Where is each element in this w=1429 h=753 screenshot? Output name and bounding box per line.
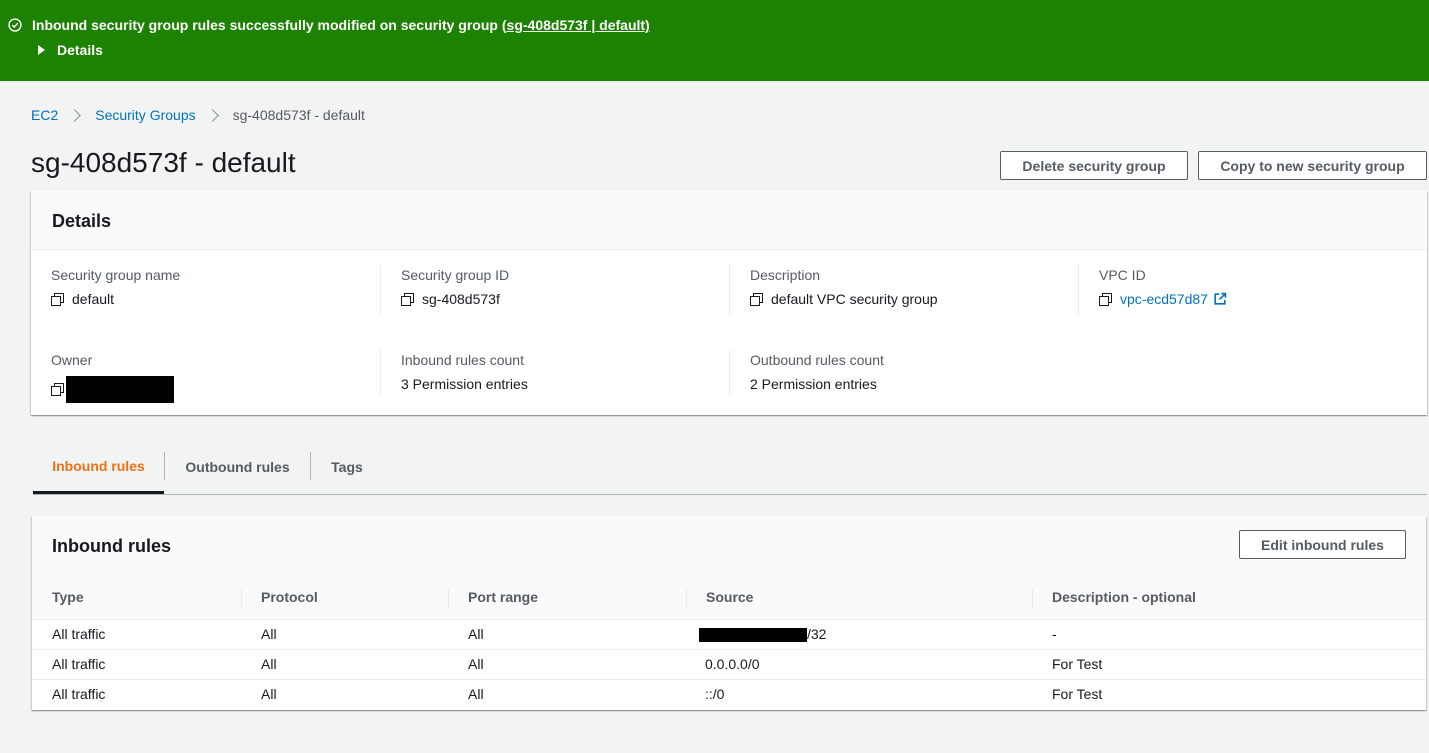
breadcrumb-current: sg-408d573f - default <box>232 107 365 123</box>
cell-source: /32 <box>686 619 1032 650</box>
inbound-rules-title: Inbound rules <box>52 536 171 556</box>
outbound-rules-count-field: Outbound rules count 2 Permission entrie… <box>750 352 884 392</box>
vpc-id-link[interactable]: vpc-ecd57d87 <box>1120 291 1208 307</box>
details-panel: Details Security group name default Secu… <box>31 191 1427 415</box>
cell-port-range: All <box>468 686 484 703</box>
flash-message: Inbound security group rules successfull… <box>32 17 650 33</box>
tab-outbound-rules[interactable]: Outbound rules <box>165 440 310 494</box>
table-row[interactable]: All traffic All All /32 - <box>32 619 1426 650</box>
column-header-port-range[interactable]: Port range <box>448 576 686 620</box>
cell-description: For Test <box>1032 649 1426 680</box>
column-header-protocol[interactable]: Protocol <box>241 576 448 620</box>
table-header-row: Type Protocol Port range Source Descript… <box>32 576 1426 620</box>
flash-message-text: Inbound security group rules successfull… <box>32 17 507 33</box>
table-row[interactable]: All traffic All All ::/0 For Test <box>32 679 1426 709</box>
outbound-rules-count-value: 2 Permission entries <box>750 376 877 392</box>
outbound-rules-count-label: Outbound rules count <box>750 352 884 368</box>
column-divider <box>729 265 730 315</box>
caret-right-icon <box>38 45 45 55</box>
cell-type: All traffic <box>52 686 106 703</box>
column-header-source[interactable]: Source <box>686 576 1032 620</box>
inbound-rules-panel: Inbound rules Edit inbound rules Type Pr… <box>32 516 1426 710</box>
check-circle-icon <box>8 18 22 32</box>
copy-icon[interactable] <box>51 292 64 306</box>
tab-tags[interactable]: Tags <box>311 440 383 494</box>
column-divider <box>686 588 687 608</box>
copy-icon[interactable] <box>51 383 64 396</box>
column-header-protocol-label: Protocol <box>261 589 318 606</box>
inbound-rules-table: Type Protocol Port range Source Descript… <box>32 576 1426 709</box>
details-title: Details <box>52 211 112 231</box>
column-header-port-range-label: Port range <box>468 589 539 606</box>
table-row[interactable]: All traffic All All 0.0.0.0/0 For Test <box>32 649 1426 680</box>
success-flash-banner: Inbound security group rules successfull… <box>0 0 1429 81</box>
breadcrumb: EC2 Security Groups sg-408d573f - defaul… <box>31 107 365 123</box>
inbound-rules-count-field: Inbound rules count 3 Permission entries <box>401 352 528 392</box>
description-value: default VPC security group <box>771 291 938 307</box>
cell-protocol: All <box>241 619 448 650</box>
copy-icon[interactable] <box>401 292 414 306</box>
column-divider <box>448 588 449 608</box>
column-divider <box>380 265 381 315</box>
cell-description: - <box>1032 619 1426 650</box>
security-group-id-value: sg-408d573f <box>422 291 500 307</box>
column-divider <box>1032 588 1033 608</box>
description-field: Description default VPC security group <box>750 267 938 307</box>
page-title: sg-408d573f - default <box>31 147 296 178</box>
inbound-rules-count-value: 3 Permission entries <box>401 376 528 392</box>
external-link-icon[interactable] <box>1213 292 1227 306</box>
flash-details-toggle[interactable]: Details <box>38 42 103 58</box>
copy-to-new-security-group-button[interactable]: Copy to new security group <box>1198 151 1427 180</box>
cell-source: ::/0 <box>705 686 725 703</box>
cell-type: All traffic <box>32 649 241 680</box>
cell-protocol: All <box>261 686 277 703</box>
tab-inbound-rules[interactable]: Inbound rules <box>33 440 164 494</box>
description-label: Description <box>750 267 821 283</box>
edit-inbound-rules-button[interactable]: Edit inbound rules <box>1239 530 1406 559</box>
vpc-id-field: VPC ID vpc-ecd57d87 <box>1099 267 1227 307</box>
column-header-source-label: Source <box>706 589 754 606</box>
column-divider <box>241 588 242 608</box>
column-divider <box>729 350 730 396</box>
cell-type: All traffic <box>32 619 241 650</box>
security-group-id-label: Security group ID <box>401 267 510 283</box>
inbound-rules-count-label: Inbound rules count <box>401 352 524 368</box>
column-header-type-label: Type <box>52 589 84 606</box>
tab-bar: Inbound rules Outbound rules Tags <box>33 440 1427 495</box>
inbound-rules-header: Inbound rules <box>32 516 1426 576</box>
security-group-name-field: Security group name default <box>51 267 180 307</box>
source-ip-redacted <box>699 628 807 643</box>
security-group-name-value: default <box>72 291 115 307</box>
flash-details-label: Details <box>57 42 103 58</box>
column-divider <box>1078 265 1079 315</box>
flash-security-group-link[interactable]: sg-408d573f | default) <box>507 17 650 33</box>
cell-port-range: All <box>448 649 686 680</box>
chevron-right-icon <box>205 108 219 122</box>
chevron-right-icon <box>68 108 82 122</box>
column-header-type[interactable]: Type <box>32 576 241 620</box>
breadcrumb-ec2[interactable]: EC2 <box>31 107 58 123</box>
cell-protocol: All <box>241 649 448 680</box>
copy-icon[interactable] <box>750 292 763 306</box>
owner-label: Owner <box>51 352 93 368</box>
column-header-description[interactable]: Description - optional <box>1032 576 1426 620</box>
security-group-name-label: Security group name <box>51 267 181 283</box>
cell-source-suffix: /32 <box>807 625 827 642</box>
security-group-id-field: Security group ID sg-408d573f <box>401 267 509 307</box>
details-panel-header: Details <box>31 191 1427 250</box>
cell-port-range: All <box>448 619 686 650</box>
column-header-description-label: Description - optional <box>1052 589 1196 606</box>
delete-security-group-button[interactable]: Delete security group <box>1000 151 1188 180</box>
column-divider <box>380 350 381 396</box>
copy-icon[interactable] <box>1099 292 1112 306</box>
cell-description: For Test <box>1052 686 1103 703</box>
owner-field: Owner <box>51 352 174 403</box>
vpc-id-label: VPC ID <box>1099 267 1146 283</box>
breadcrumb-security-groups[interactable]: Security Groups <box>95 107 195 123</box>
cell-source: 0.0.0.0/0 <box>686 649 1032 680</box>
owner-value-redacted <box>66 376 174 403</box>
